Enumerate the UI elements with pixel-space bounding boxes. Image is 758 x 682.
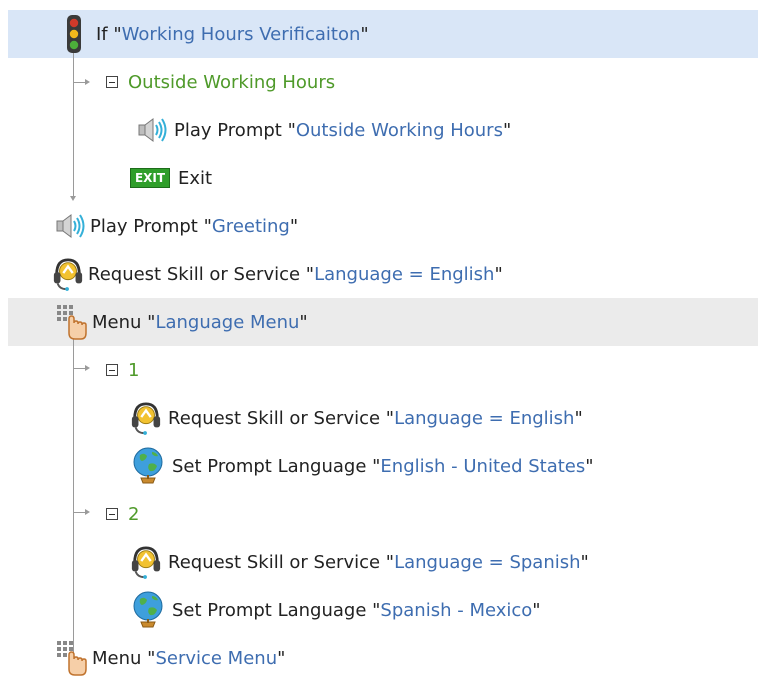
tree-connector-line [73,368,85,369]
node-keyword: Menu [92,647,142,669]
tree-connector-arrow [85,365,90,371]
node-value: Language = English [394,407,575,429]
node-value: English - United States [380,455,586,477]
node-value: Spanish - Mexico [380,599,533,621]
tree-node-request-skill-spanish[interactable]: Request Skill or Service " Language = Spa… [130,538,589,586]
node-keyword: Request Skill or Service [168,407,381,429]
headset-icon [52,254,84,294]
node-keyword: Exit [178,167,213,189]
node-keyword: Menu [92,311,142,333]
collapse-toggle-icon[interactable] [106,508,118,520]
node-keyword: Set Prompt Language [172,599,367,621]
exit-sign-icon: EXIT [130,168,170,188]
collapse-toggle-icon[interactable] [106,76,118,88]
tree-connector-arrow [85,79,90,85]
tree-branch-outside-working-hours[interactable]: Outside Working Hours [106,58,335,106]
node-keyword: Play Prompt [90,215,198,237]
tree-node-set-language-english[interactable]: Set Prompt Language " English - United St… [132,442,594,490]
tree-node-menu-language[interactable]: Menu " Language Menu " [56,298,308,346]
tree-node-if[interactable]: If " Working Hours Verificaiton " [58,10,369,58]
speaker-icon [54,206,86,246]
headset-icon [130,542,162,582]
node-value: Service Menu [155,647,278,669]
tree-node-set-language-spanish[interactable]: Set Prompt Language " Spanish - Mexico " [132,586,541,634]
tree-connector-arrow [85,509,90,515]
tree-node-request-skill-english-top[interactable]: Request Skill or Service " Language = Eng… [52,250,503,298]
node-value: Language = English [314,263,495,285]
node-keyword: Set Prompt Language [172,455,367,477]
node-value: Greeting [211,215,290,237]
branch-label: 1 [128,359,140,381]
branch-label: 2 [128,503,140,525]
collapse-toggle-icon[interactable] [106,364,118,376]
speaker-icon [136,110,168,150]
node-value: Language Menu [155,311,300,333]
keypad-hand-icon [56,638,88,678]
headset-icon [130,398,162,438]
node-keyword: Request Skill or Service [88,263,301,285]
node-keyword: Play Prompt [174,119,282,141]
tree-node-exit[interactable]: EXIT Exit [130,154,212,202]
globe-icon [132,446,164,486]
tree-connector-line [73,338,74,662]
tree-connector-line [73,512,85,513]
tree-branch-1[interactable]: 1 [106,346,139,394]
tree-connector-arrow [70,196,76,201]
node-value: Language = Spanish [394,551,581,573]
tree-node-play-prompt-outside[interactable]: Play Prompt " Outside Working Hours " [136,106,511,154]
branch-label: Outside Working Hours [128,71,336,93]
node-keyword: If [96,23,108,45]
node-keyword: Request Skill or Service [168,551,381,573]
keypad-hand-icon [56,302,88,342]
traffic-light-icon [58,14,90,54]
tree-branch-2[interactable]: 2 [106,490,139,538]
globe-icon [132,590,164,630]
node-value: Working Hours Verificaiton [121,23,361,45]
tree-connector-line [73,48,74,196]
tree-node-play-prompt-greeting[interactable]: Play Prompt " Greeting " [54,202,298,250]
node-value: Outside Working Hours [295,119,503,141]
tree-node-menu-service[interactable]: Menu " Service Menu " [56,634,285,682]
tree-node-request-skill-english[interactable]: Request Skill or Service " Language = Eng… [130,394,583,442]
tree-connector-line [73,82,85,83]
